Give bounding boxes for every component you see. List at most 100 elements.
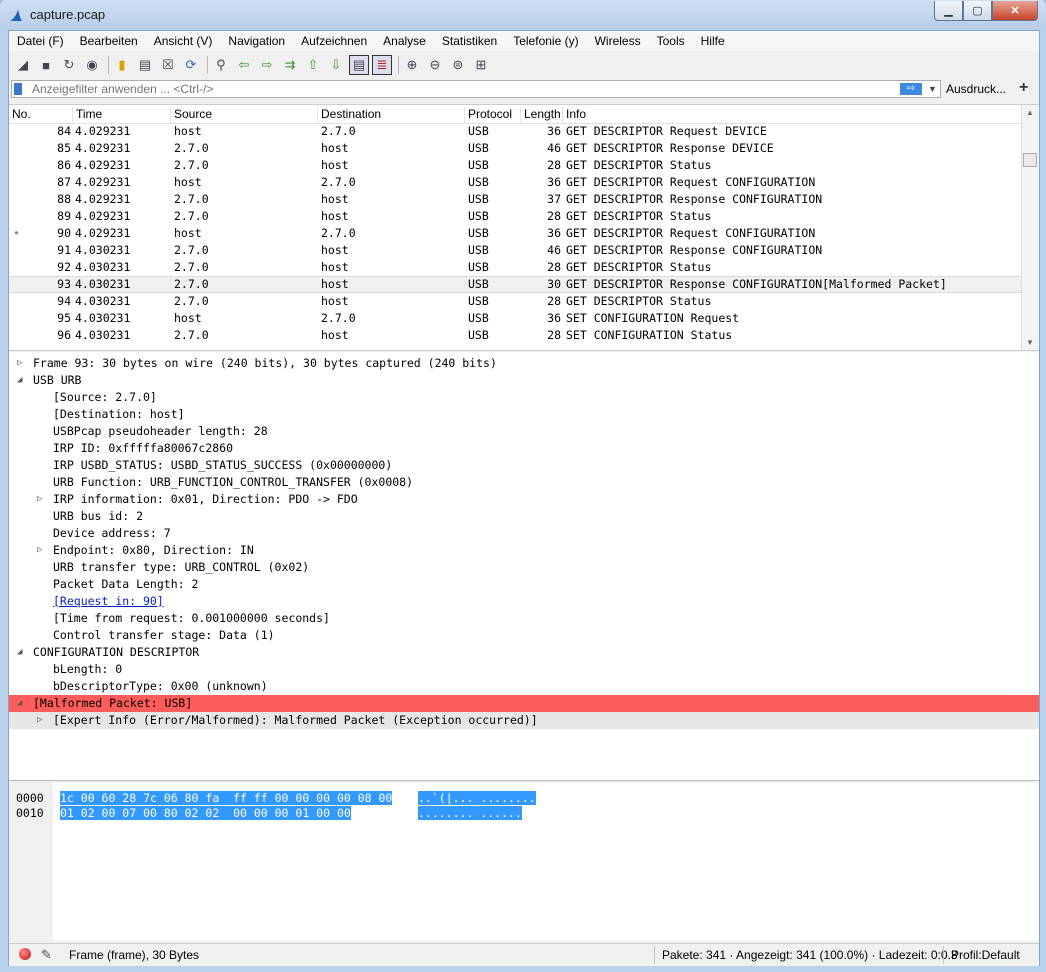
tree-item[interactable]: ◢ CONFIGURATION DESCRIPTOR bbox=[9, 644, 1039, 661]
tree-item[interactable]: ◢ [Malformed Packet: USB] bbox=[9, 695, 1039, 712]
normal-size-icon[interactable]: ⊜ bbox=[448, 55, 468, 75]
edit-comment-icon[interactable]: ✎ bbox=[41, 947, 52, 963]
hex-ascii[interactable]: ........ ...... bbox=[418, 806, 522, 820]
expert-info-led-icon[interactable] bbox=[19, 948, 31, 960]
table-row[interactable]: 94 4.030231 2.7.0 host USB 28 GET DESCRIPTOR S… bbox=[9, 293, 1021, 310]
column-protocol[interactable]: Protocol bbox=[465, 107, 521, 123]
tree-item[interactable]: IRP USBD_STATUS: USBD_STATUS_SUCCESS (0x… bbox=[9, 457, 1039, 474]
tree-item[interactable]: bLength: 0 bbox=[9, 661, 1039, 678]
scroll-down-icon[interactable]: ▼ bbox=[1026, 338, 1034, 347]
table-row[interactable]: 90 4.029231 host 2.7.0 USB 36 GET DESCRIPTOR R… bbox=[9, 225, 1021, 242]
tree-item[interactable]: ▷ [Expert Info (Error/Malformed): Malform… bbox=[9, 712, 1039, 729]
add-filter-button[interactable]: + bbox=[1019, 79, 1028, 97]
forward-icon[interactable]: ⇨ bbox=[257, 55, 277, 75]
tree-item[interactable]: [Time from request: 0.001000000 seconds] bbox=[9, 610, 1039, 627]
table-row[interactable]: 96 4.030231 2.7.0 host USB 28 SET CONFIGURATIO… bbox=[9, 327, 1021, 344]
table-row[interactable]: 84 4.029231 host 2.7.0 USB 36 GET DESCRIPTOR R… bbox=[9, 123, 1021, 140]
menu-navigation[interactable]: Navigation bbox=[220, 34, 293, 48]
table-row[interactable]: 93 4.030231 2.7.0 host USB 30 GET DESCRIPTOR R… bbox=[9, 276, 1021, 293]
tree-item[interactable]: ▷ IRP information: 0x01, Direction: PDO -… bbox=[9, 491, 1039, 508]
close-icon[interactable]: ✕ bbox=[992, 1, 1038, 21]
menu-ansicht[interactable]: Ansicht (V) bbox=[146, 34, 221, 48]
zoom-out-icon[interactable]: ⊖ bbox=[425, 55, 445, 75]
expanded-triangle-icon[interactable]: ◢ bbox=[17, 644, 22, 661]
maximize-icon[interactable]: ▢ bbox=[963, 1, 992, 21]
hex-bytes[interactable]: 01 02 00 07 00 80 02 02 00 00 00 01 00 0… bbox=[60, 806, 351, 820]
tree-item[interactable]: [Request in: 90] bbox=[9, 593, 1039, 610]
collapsed-triangle-icon[interactable]: ▷ bbox=[17, 355, 22, 372]
last-packet-icon[interactable]: ⇩ bbox=[326, 55, 346, 75]
title-bar[interactable]: capture.pcap ▁ ▢ ✕ bbox=[0, 0, 1046, 30]
goto-packet-icon[interactable]: ⇉ bbox=[280, 55, 300, 75]
table-row[interactable]: 87 4.029231 host 2.7.0 USB 36 GET DESCRIPTOR R… bbox=[9, 174, 1021, 191]
expressions-button[interactable]: Ausdruck... bbox=[946, 82, 1006, 96]
status-profile[interactable]: Profil:Default bbox=[951, 948, 1020, 962]
menu-datei[interactable]: Datei (F) bbox=[9, 34, 72, 48]
stop-icon[interactable]: ■ bbox=[36, 55, 56, 75]
menu-telefonie[interactable]: Telefonie (y) bbox=[505, 34, 586, 48]
bookmark-icon[interactable] bbox=[14, 83, 22, 95]
scroll-up-icon[interactable]: ▲ bbox=[1026, 108, 1034, 117]
table-row[interactable]: 86 4.029231 2.7.0 host USB 28 GET DESCRIPTOR S… bbox=[9, 157, 1021, 174]
table-row[interactable]: 89 4.029231 2.7.0 host USB 28 GET DESCRIPTOR S… bbox=[9, 208, 1021, 225]
apply-filter-arrow-icon[interactable]: ⇨ bbox=[900, 83, 922, 95]
minimize-icon[interactable]: ▁ bbox=[934, 1, 963, 21]
autoscroll-icon[interactable]: ▤ bbox=[349, 55, 369, 75]
packet-list-scrollbar[interactable]: ▲ ▼ bbox=[1021, 105, 1039, 350]
resize-columns-icon[interactable]: ⊞ bbox=[471, 55, 491, 75]
scroll-thumb[interactable] bbox=[1023, 153, 1037, 167]
colorize-icon[interactable]: ≣ bbox=[372, 55, 392, 75]
tree-item[interactable]: bDescriptorType: 0x00 (unknown) bbox=[9, 678, 1039, 695]
tree-item[interactable]: [Destination: host] bbox=[9, 406, 1039, 423]
chevron-down-icon[interactable]: ▼ bbox=[928, 81, 937, 97]
tree-item[interactable]: Control transfer stage: Data (1) bbox=[9, 627, 1039, 644]
collapsed-triangle-icon[interactable]: ▷ bbox=[37, 542, 42, 559]
tree-item[interactable]: URB transfer type: URB_CONTROL (0x02) bbox=[9, 559, 1039, 576]
tree-item[interactable]: Device address: 7 bbox=[9, 525, 1039, 542]
column-destination[interactable]: Destination bbox=[318, 107, 465, 123]
tree-item[interactable]: ▷ Endpoint: 0x80, Direction: IN bbox=[9, 542, 1039, 559]
column-source[interactable]: Source bbox=[171, 107, 318, 123]
back-icon[interactable]: ⇦ bbox=[234, 55, 254, 75]
tree-item[interactable]: URB Function: URB_FUNCTION_CONTROL_TRANS… bbox=[9, 474, 1039, 491]
save-file-icon[interactable]: ▤ bbox=[135, 55, 155, 75]
tree-item[interactable]: IRP ID: 0xfffffa80067c2860 bbox=[9, 440, 1039, 457]
reload-icon[interactable]: ⟳ bbox=[181, 55, 201, 75]
column-info[interactable]: Info bbox=[563, 107, 1019, 123]
hex-ascii[interactable]: ..`(|... ........ bbox=[418, 791, 536, 805]
first-packet-icon[interactable]: ⇧ bbox=[303, 55, 323, 75]
table-row[interactable]: 95 4.030231 host 2.7.0 USB 36 SET CONFIGURATIO… bbox=[9, 310, 1021, 327]
expanded-triangle-icon[interactable]: ◢ bbox=[17, 695, 22, 712]
tree-item[interactable]: [Source: 2.7.0] bbox=[9, 389, 1039, 406]
restart-icon[interactable]: ↻ bbox=[59, 55, 79, 75]
menu-analyse[interactable]: Analyse bbox=[375, 34, 434, 48]
table-row[interactable]: 88 4.029231 2.7.0 host USB 37 GET DESCRIPTOR R… bbox=[9, 191, 1021, 208]
close-file-icon[interactable]: ☒ bbox=[158, 55, 178, 75]
collapsed-triangle-icon[interactable]: ▷ bbox=[37, 712, 42, 729]
table-row[interactable]: 92 4.030231 2.7.0 host USB 28 GET DESCRIPTOR S… bbox=[9, 259, 1021, 276]
menu-wireless[interactable]: Wireless bbox=[587, 34, 649, 48]
menu-statistiken[interactable]: Statistiken bbox=[434, 34, 505, 48]
column-time[interactable]: Time bbox=[73, 107, 171, 123]
display-filter-input[interactable] bbox=[32, 81, 892, 97]
menu-bearbeiten[interactable]: Bearbeiten bbox=[72, 34, 146, 48]
tree-item[interactable]: Packet Data Length: 2 bbox=[9, 576, 1039, 593]
table-row[interactable]: 91 4.030231 2.7.0 host USB 46 GET DESCRIPTOR R… bbox=[9, 242, 1021, 259]
request-in-link[interactable]: [Request in: 90] bbox=[53, 593, 164, 610]
tree-item[interactable]: ▷ Frame 93: 30 bytes on wire (240 bits), … bbox=[9, 355, 1039, 372]
options-gear-icon[interactable]: ◉ bbox=[82, 55, 102, 75]
menu-hilfe[interactable]: Hilfe bbox=[693, 34, 733, 48]
column-no[interactable]: No. bbox=[9, 107, 73, 123]
menu-aufzeichnen[interactable]: Aufzeichnen bbox=[293, 34, 375, 48]
shark-fin-start-icon[interactable]: ◢ bbox=[13, 55, 33, 75]
menu-tools[interactable]: Tools bbox=[649, 34, 693, 48]
zoom-in-icon[interactable]: ⊕ bbox=[402, 55, 422, 75]
expanded-triangle-icon[interactable]: ◢ bbox=[17, 372, 22, 389]
find-icon[interactable]: ⚲ bbox=[211, 55, 231, 75]
tree-item[interactable]: ◢ USB URB bbox=[9, 372, 1039, 389]
collapsed-triangle-icon[interactable]: ▷ bbox=[37, 491, 42, 508]
tree-item[interactable]: URB bus id: 2 bbox=[9, 508, 1039, 525]
hex-bytes[interactable]: 1c 00 60 28 7c 06 80 fa ff ff 00 00 00 0… bbox=[60, 791, 393, 805]
tree-item[interactable]: USBPcap pseudoheader length: 28 bbox=[9, 423, 1039, 440]
open-file-icon[interactable]: ▮ bbox=[112, 55, 132, 75]
